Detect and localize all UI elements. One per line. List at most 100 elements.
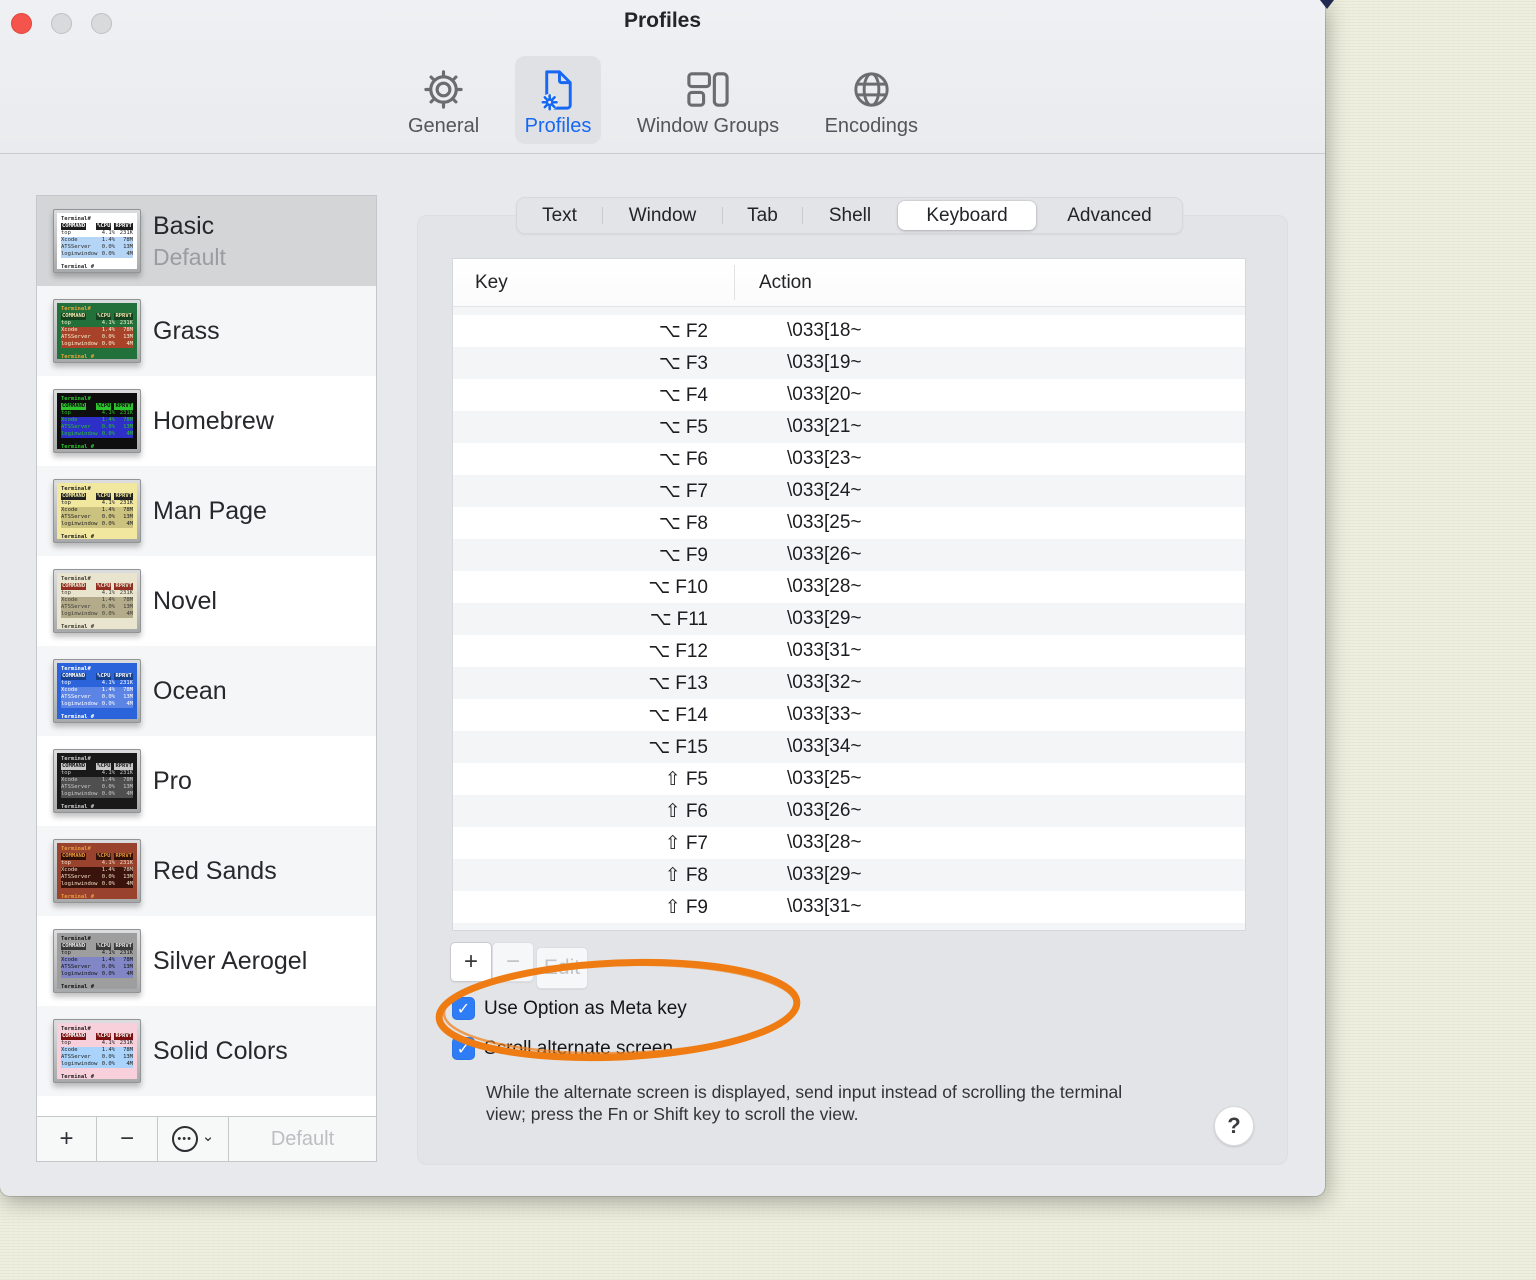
- modifier-symbol: ⌥: [658, 479, 681, 502]
- keybinding-row-⌥F13[interactable]: ⌥ F13 \033[32~: [453, 667, 1245, 699]
- keybinding-row-⌥F5[interactable]: ⌥ F5 \033[21~: [453, 411, 1245, 443]
- profile-thumbnail: Terminal# COMMAND %CPU RPRVT top 4.1% 231K Xcod…: [53, 569, 141, 633]
- keybinding-row-⌥F7[interactable]: ⌥ F7 \033[24~: [453, 475, 1245, 507]
- scroll-alternate-screen-label: Scroll alternate screen: [484, 1037, 674, 1059]
- tab-tab[interactable]: Tab: [723, 198, 802, 233]
- profile-thumbnail: Terminal# COMMAND %CPU RPRVT top 4.1% 231K Xcod…: [53, 929, 141, 993]
- keybinding-row-⇧F7[interactable]: ⇧ F7 \033[28~: [453, 827, 1245, 859]
- keybinding-row-⌥F11[interactable]: ⌥ F11 \033[29~: [453, 603, 1245, 635]
- action-cell: \033[31~: [787, 640, 862, 661]
- modifier-symbol: ⌥: [658, 383, 681, 406]
- toolbar-item-label: Encodings: [824, 115, 918, 137]
- modifier-symbol: ⇧: [664, 799, 681, 822]
- ellipsis-circle-icon: •••: [171, 1126, 198, 1152]
- tab-shell[interactable]: Shell: [803, 198, 897, 233]
- profile-row-pro[interactable]: Terminal# COMMAND %CPU RPRVT top 4.1% 231K Xcod…: [37, 736, 376, 826]
- key-name: F10: [675, 576, 708, 598]
- keybinding-row-⌥F3[interactable]: ⌥ F3 \033[19~: [453, 347, 1245, 379]
- action-cell: \033[28~: [787, 832, 862, 853]
- key-cell: ⇧ F6: [453, 800, 734, 823]
- key-cell: ⌥ F15: [453, 736, 734, 759]
- toolbar-item-window-groups[interactable]: Window Groups: [627, 56, 789, 144]
- key-cell: ⌥ F6: [453, 448, 734, 471]
- keybinding-row-⌥F2[interactable]: ⌥ F2 \033[18~: [453, 315, 1245, 347]
- tab-text[interactable]: Text: [517, 198, 602, 233]
- key-name: F3: [685, 352, 708, 374]
- keybinding-row-⇧F9[interactable]: ⇧ F9 \033[31~: [453, 891, 1245, 923]
- key-cell: ⌥ F7: [453, 480, 734, 503]
- keybinding-row-⇧F5[interactable]: ⇧ F5 \033[25~: [453, 763, 1245, 795]
- partially-scrolled-row: [453, 923, 1245, 930]
- help-button[interactable]: ?: [1214, 1106, 1254, 1146]
- key-cell: ⌥ F14: [453, 704, 734, 727]
- profile-row-novel[interactable]: Terminal# COMMAND %CPU RPRVT top 4.1% 231K Xcod…: [37, 556, 376, 646]
- add-profile-button[interactable]: +: [37, 1117, 97, 1161]
- key-cell: ⌥ F9: [453, 544, 734, 567]
- remove-keybinding-button[interactable]: −: [492, 942, 534, 982]
- modifier-symbol: ⌥: [648, 575, 671, 598]
- default-profile-button[interactable]: Default: [229, 1117, 376, 1161]
- profile-actions-button[interactable]: ••• ⌄: [158, 1117, 229, 1161]
- key-cell: ⌥ F3: [453, 352, 734, 375]
- toolbar-item-profiles[interactable]: Profiles: [514, 56, 602, 144]
- modifier-symbol: ⌥: [649, 607, 672, 630]
- keybinding-row-⌥F15[interactable]: ⌥ F15 \033[34~: [453, 731, 1245, 763]
- modifier-symbol: ⇧: [664, 767, 681, 790]
- profile-thumbnail: Terminal# COMMAND %CPU RPRVT top 4.1% 231K Xcod…: [53, 1019, 141, 1083]
- tab-keyboard[interactable]: Keyboard: [898, 201, 1036, 230]
- key-name: F6: [685, 448, 708, 470]
- keybinding-row-⌥F4[interactable]: ⌥ F4 \033[20~: [453, 379, 1245, 411]
- profile-name: Basic: [153, 211, 215, 240]
- keybindings-table: Key Action ⌥ F2 \033[18~ ⌥ F3 \033[19~ ⌥ F4 \033…: [452, 258, 1246, 931]
- profile-thumbnail: Terminal# COMMAND %CPU RPRVT top 4.1% 231K Xcod…: [53, 209, 141, 273]
- action-cell: \033[29~: [787, 608, 862, 629]
- modifier-symbol: ⌥: [658, 319, 681, 342]
- profile-name: Ocean: [153, 676, 227, 705]
- table-header: Key Action: [453, 259, 1245, 307]
- modifier-symbol: ⌥: [648, 735, 671, 758]
- key-cell: ⌥ F4: [453, 384, 734, 407]
- profile-row-red-sands[interactable]: Terminal# COMMAND %CPU RPRVT top 4.1% 231K Xcod…: [37, 826, 376, 916]
- scroll-alternate-screen-checkbox[interactable]: ✓: [452, 1037, 475, 1060]
- action-cell: \033[19~: [787, 352, 862, 373]
- profile-row-basic[interactable]: Terminal# COMMAND %CPU RPRVT top 4.1% 231K Xcod…: [37, 196, 376, 286]
- keybinding-row-⌥F6[interactable]: ⌥ F6 \033[23~: [453, 443, 1245, 475]
- toolbar-item-encodings[interactable]: Encodings: [815, 56, 928, 144]
- keybinding-row-⌥F9[interactable]: ⌥ F9 \033[26~: [453, 539, 1245, 571]
- key-cell: ⇧ F5: [453, 768, 734, 791]
- key-cell: ⌥ F13: [453, 672, 734, 695]
- toolbar-item-general[interactable]: General: [398, 56, 489, 144]
- tab-advanced[interactable]: Advanced: [1037, 198, 1182, 233]
- profile-subtitle: Default: [153, 243, 226, 270]
- keybinding-row-⇧F8[interactable]: ⇧ F8 \033[29~: [453, 859, 1245, 891]
- profile-name: Man Page: [153, 496, 267, 525]
- modifier-symbol: ⌥: [658, 543, 681, 566]
- profile-row-grass[interactable]: Terminal# COMMAND %CPU RPRVT top 4.1% 231K Xcod…: [37, 286, 376, 376]
- keybinding-row-⌥F10[interactable]: ⌥ F10 \033[28~: [453, 571, 1245, 603]
- profile-row-silver-aerogel[interactable]: Terminal# COMMAND %CPU RPRVT top 4.1% 231K Xcod…: [37, 916, 376, 1006]
- keybinding-row-⇧F6[interactable]: ⇧ F6 \033[26~: [453, 795, 1245, 827]
- table-body: ⌥ F2 \033[18~ ⌥ F3 \033[19~ ⌥ F4 \033[20~ ⌥ F5 \033…: [453, 307, 1245, 930]
- profile-row-solid-colors[interactable]: Terminal# COMMAND %CPU RPRVT top 4.1% 231K Xcod…: [37, 1006, 376, 1096]
- profile-name: Red Sands: [153, 856, 277, 885]
- key-name: F5: [685, 416, 708, 438]
- action-cell: \033[29~: [787, 864, 862, 885]
- desktop: { "window": { "title": "Profiles" }, "to…: [0, 0, 1536, 1280]
- keybinding-row-⌥F8[interactable]: ⌥ F8 \033[25~: [453, 507, 1245, 539]
- keybinding-row-⌥F14[interactable]: ⌥ F14 \033[33~: [453, 699, 1245, 731]
- preferences-window: Profiles General Profiles Window Groups Enc…: [0, 0, 1325, 1196]
- profile-row-man-page[interactable]: Terminal# COMMAND %CPU RPRVT top 4.1% 231K Xcod…: [37, 466, 376, 556]
- use-option-as-meta-checkbox[interactable]: ✓: [452, 997, 475, 1020]
- edit-keybinding-button[interactable]: Edit: [536, 947, 588, 989]
- tab-window[interactable]: Window: [603, 198, 722, 233]
- remove-profile-button[interactable]: −: [97, 1117, 158, 1161]
- key-name: F8: [685, 512, 708, 534]
- action-cell: \033[26~: [787, 800, 862, 821]
- keybinding-row-⌥F12[interactable]: ⌥ F12 \033[31~: [453, 635, 1245, 667]
- profile-row-ocean[interactable]: Terminal# COMMAND %CPU RPRVT top 4.1% 231K Xcod…: [37, 646, 376, 736]
- profile-name: Pro: [153, 766, 192, 795]
- profile-thumbnail: Terminal# COMMAND %CPU RPRVT top 4.1% 231K Xcod…: [53, 659, 141, 723]
- profile-row-homebrew[interactable]: Terminal# COMMAND %CPU RPRVT top 4.1% 231K Xcod…: [37, 376, 376, 466]
- action-cell: \033[26~: [787, 544, 862, 565]
- add-keybinding-button[interactable]: +: [450, 942, 492, 982]
